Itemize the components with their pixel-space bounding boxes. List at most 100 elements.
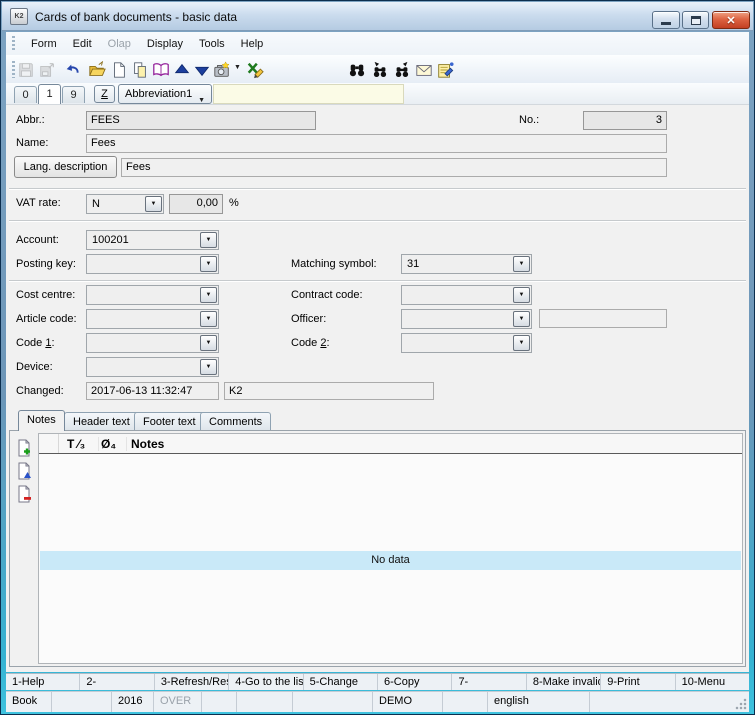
- record-tab-9[interactable]: 9: [62, 86, 85, 103]
- fkey-7[interactable]: 7-: [452, 674, 526, 690]
- read-book-icon[interactable]: [150, 59, 171, 80]
- contract-code-dropdown-button[interactable]: ▼: [513, 287, 530, 303]
- view-selector-dropdown[interactable]: Abbreviation1 ▼: [118, 84, 212, 104]
- matching-symbol-combo[interactable]: 31 ▼: [401, 254, 532, 274]
- vat-unit-label: %: [229, 197, 239, 209]
- menu-help[interactable]: Help: [233, 35, 272, 53]
- vat-rate-value: N: [92, 198, 100, 210]
- vat-rate-percent-field[interactable]: 0,00: [169, 194, 223, 214]
- fkey-5-change[interactable]: 5-Change: [304, 674, 378, 690]
- vat-rate-dropdown-button[interactable]: ▼: [145, 196, 162, 212]
- quick-filter-input[interactable]: [213, 84, 404, 104]
- name-field[interactable]: Fees: [86, 134, 667, 153]
- vat-rate-combo[interactable]: N ▼: [86, 194, 164, 214]
- chevron-down-icon: ▼: [519, 316, 525, 322]
- chevron-down-icon: ▼: [151, 201, 157, 207]
- add-row-button[interactable]: [15, 439, 35, 459]
- article-code-combo[interactable]: ▼: [86, 309, 219, 329]
- posting-key-dropdown-button[interactable]: ▼: [200, 256, 217, 272]
- z-button[interactable]: Z: [94, 85, 115, 103]
- minimize-icon: [661, 22, 671, 25]
- find-next-icon[interactable]: [391, 59, 412, 80]
- device-dropdown-button[interactable]: ▼: [200, 359, 217, 375]
- notes-grid[interactable]: T ⁄₃ Ø₄ Notes No data: [38, 433, 743, 664]
- posting-key-label: Posting key:: [16, 258, 76, 270]
- lang-description-button[interactable]: Lang. description: [14, 156, 117, 178]
- cost-centre-dropdown-button[interactable]: ▼: [200, 287, 217, 303]
- record-tab-1[interactable]: 1: [38, 84, 61, 104]
- edit-notes-icon[interactable]: [434, 59, 455, 80]
- code1-dropdown-button[interactable]: ▼: [200, 335, 217, 351]
- function-key-bar: 1-Help 2- 3-Refresh/Res 4-Go to the list…: [6, 673, 749, 690]
- status-over-mode: OVER: [154, 692, 202, 712]
- snapshot-icon[interactable]: [211, 59, 232, 80]
- code1-label: Code 1:: [16, 337, 55, 349]
- fkey-2[interactable]: 2-: [80, 674, 154, 690]
- maximize-icon: [691, 16, 701, 25]
- chevron-down-icon: ▼: [519, 261, 525, 267]
- device-combo[interactable]: ▼: [86, 357, 219, 377]
- lang-description-field[interactable]: Fees: [121, 158, 667, 177]
- code1-combo[interactable]: ▼: [86, 333, 219, 353]
- record-tab-0[interactable]: 0: [14, 86, 37, 103]
- column-header-t3[interactable]: T ⁄₃: [59, 437, 99, 451]
- menu-edit[interactable]: Edit: [65, 35, 100, 53]
- tab-notes[interactable]: Notes: [18, 410, 65, 431]
- minimize-button[interactable]: [652, 11, 680, 29]
- fkey-4-go-to-list[interactable]: 4-Go to the list: [229, 674, 303, 690]
- tab-comments[interactable]: Comments: [200, 412, 271, 431]
- find-icon[interactable]: [346, 59, 367, 80]
- column-header-selector[interactable]: [39, 434, 59, 453]
- copy-icon[interactable]: [129, 59, 150, 80]
- maximize-button[interactable]: [682, 11, 709, 29]
- tab-footer-text[interactable]: Footer text: [134, 412, 205, 431]
- column-header-notes[interactable]: Notes: [127, 437, 742, 451]
- matching-symbol-dropdown-button[interactable]: ▼: [513, 256, 530, 272]
- tab-header-text[interactable]: Header text: [64, 412, 139, 431]
- resize-grip-icon[interactable]: [735, 698, 747, 710]
- contract-code-combo[interactable]: ▼: [401, 285, 532, 305]
- changed-user-field: K2: [224, 382, 434, 400]
- open-icon[interactable]: [86, 59, 107, 80]
- account-dropdown-button[interactable]: ▼: [200, 232, 217, 248]
- officer-combo[interactable]: ▼: [401, 309, 532, 329]
- move-down-icon[interactable]: [191, 59, 212, 80]
- undo-icon[interactable]: [62, 59, 83, 80]
- edit-row-button[interactable]: [15, 462, 35, 482]
- fkey-9-print[interactable]: 9-Print: [601, 674, 675, 690]
- separator: [9, 188, 746, 189]
- menu-display[interactable]: Display: [139, 35, 191, 53]
- posting-key-combo[interactable]: ▼: [86, 254, 219, 274]
- export-edit-icon[interactable]: [244, 59, 265, 80]
- delete-row-button[interactable]: [15, 485, 35, 505]
- find-previous-icon[interactable]: [369, 59, 390, 80]
- officer-dropdown-button[interactable]: ▼: [513, 311, 530, 327]
- officer-name-field[interactable]: [539, 309, 667, 328]
- code2-dropdown-button[interactable]: ▼: [513, 335, 530, 351]
- account-combo[interactable]: 100201 ▼: [86, 230, 219, 250]
- cost-centre-combo[interactable]: ▼: [86, 285, 219, 305]
- column-header-o4[interactable]: Ø₄: [99, 437, 127, 451]
- menu-form[interactable]: Form: [23, 35, 65, 53]
- move-up-icon[interactable]: [171, 59, 192, 80]
- chevron-down-icon: ▼: [206, 364, 212, 370]
- cost-centre-label: Cost centre:: [16, 289, 75, 301]
- fkey-8-make-invalid[interactable]: 8-Make invalid: [527, 674, 601, 690]
- fkey-1-help[interactable]: 1-Help: [6, 674, 80, 690]
- menu-tools[interactable]: Tools: [191, 35, 233, 53]
- new-icon[interactable]: [108, 59, 129, 80]
- abbr-field[interactable]: FEES: [86, 111, 316, 130]
- article-code-dropdown-button[interactable]: ▼: [200, 311, 217, 327]
- status-book: Book: [6, 692, 52, 712]
- chevron-down-icon: ▼: [206, 340, 212, 346]
- chevron-down-icon: ▼: [206, 316, 212, 322]
- close-button[interactable]: ✕: [712, 11, 750, 29]
- fkey-3-refresh[interactable]: 3-Refresh/Res: [155, 674, 229, 690]
- no-field[interactable]: 3: [583, 111, 667, 130]
- close-icon: ✕: [726, 14, 735, 27]
- fkey-6-copy[interactable]: 6-Copy: [378, 674, 452, 690]
- code2-combo[interactable]: ▼: [401, 333, 532, 353]
- send-mail-icon[interactable]: [413, 59, 434, 80]
- snapshot-menu-icon[interactable]: ▼: [234, 64, 241, 71]
- fkey-10-menu[interactable]: 10-Menu: [676, 674, 749, 690]
